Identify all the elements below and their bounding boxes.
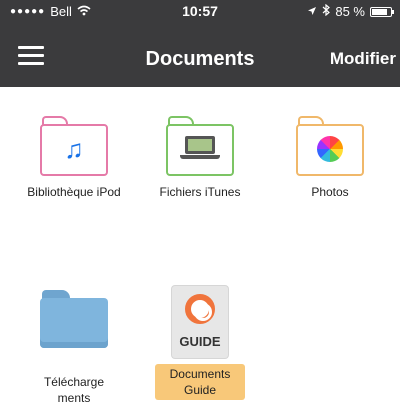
folder-label: Bibliothèque iPod: [27, 185, 121, 199]
folder-bibliotheque-ipod[interactable]: ♫ Bibliothèque iPod: [14, 116, 134, 200]
status-bar: ●●●●● Bell 10:57 85 %: [0, 0, 400, 24]
top-bar: ●●●●● Bell 10:57 85 % Documents Modifier: [0, 0, 400, 87]
folder-label: Photos: [311, 185, 349, 199]
selected-label: Documents Guide: [155, 364, 245, 400]
downloads-folder-icon: [40, 290, 108, 348]
battery-icon: [370, 6, 394, 17]
photos-folder-icon: [296, 116, 364, 176]
location-arrow-icon: [307, 4, 317, 19]
status-right: 85 %: [307, 3, 394, 19]
battery-fill: [372, 8, 387, 15]
folder-label: Téléchargements: [43, 375, 105, 405]
laptop-folder-icon: [166, 116, 234, 176]
lifebuoy-icon: [185, 294, 215, 324]
folder-label: Fichiers iTunes: [159, 185, 241, 199]
folder-telechargements[interactable]: Téléchargements: [14, 290, 134, 406]
modifier-button[interactable]: Modifier: [330, 49, 396, 69]
folder-photos[interactable]: Photos: [270, 116, 390, 200]
battery-percentage: 85 %: [335, 4, 365, 19]
flower-icon: [317, 136, 343, 162]
navigation-bar: Documents Modifier: [0, 32, 400, 84]
guide-icon: GUIDE: [172, 286, 228, 358]
folder-fichiers-itunes[interactable]: Fichiers iTunes: [140, 116, 260, 200]
music-folder-icon: ♫: [40, 116, 108, 176]
guide-icon-text: GUIDE: [179, 334, 221, 349]
bluetooth-icon: [322, 3, 331, 19]
document-guide[interactable]: GUIDE Documents Guide: [140, 286, 260, 400]
